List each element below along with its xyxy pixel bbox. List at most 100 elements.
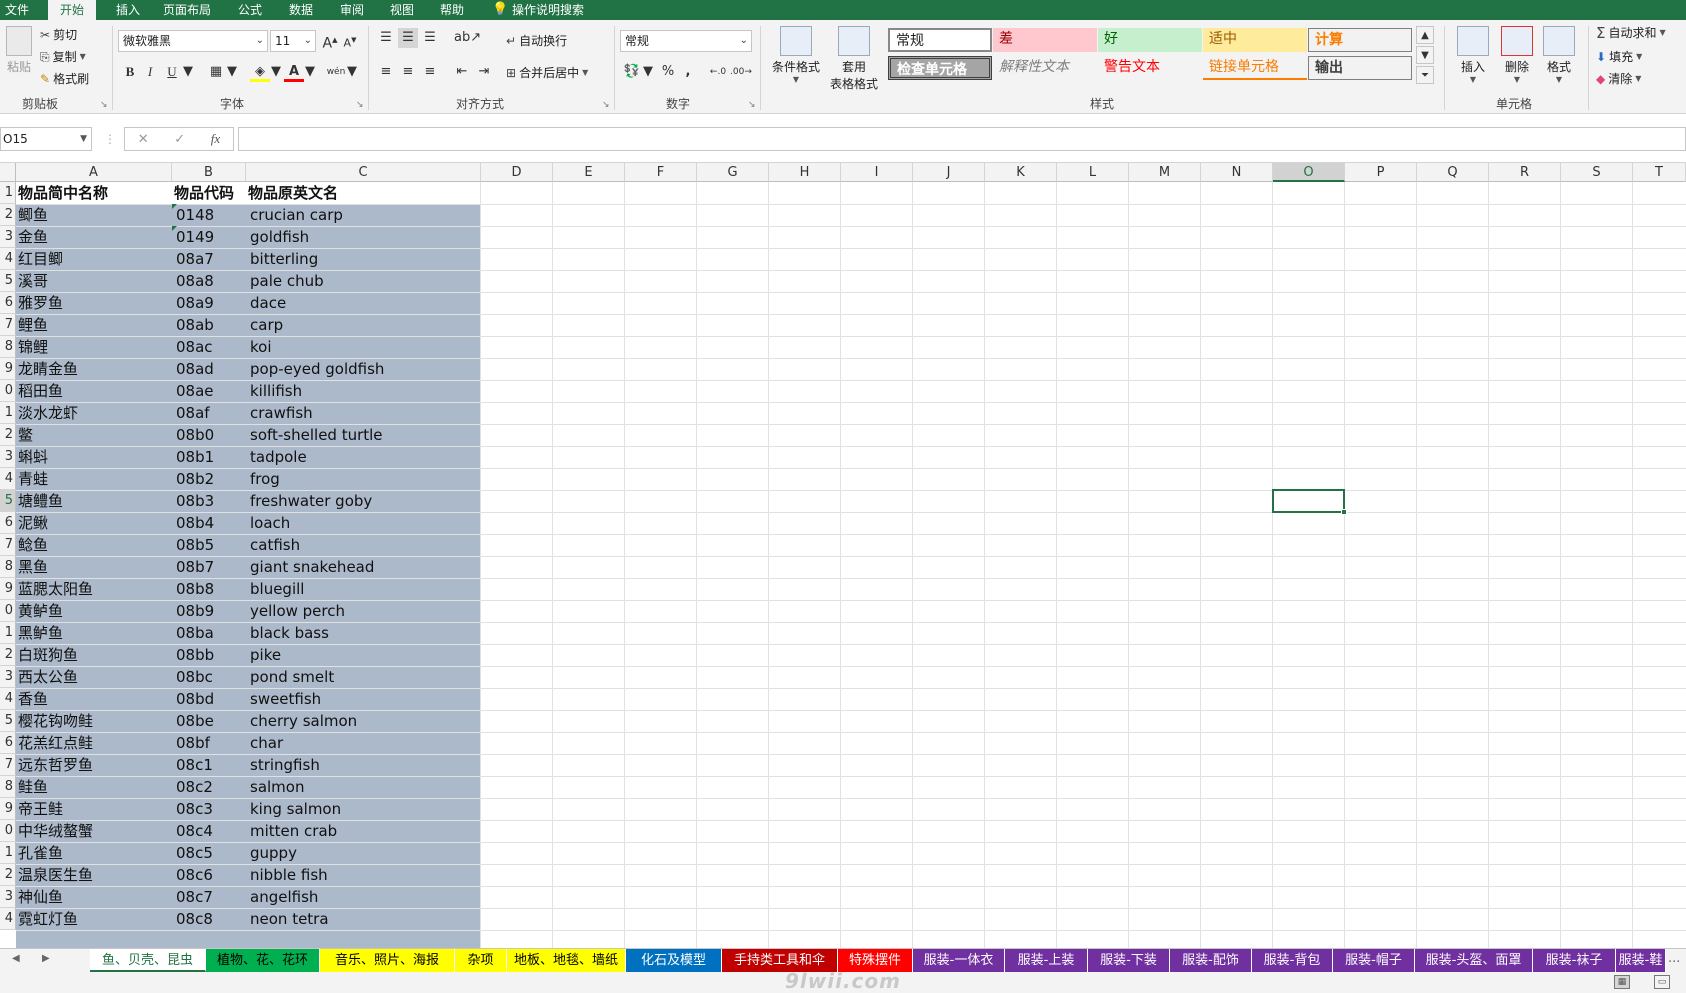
row-header[interactable]: 1 — [0, 402, 16, 424]
sheet-tab-9[interactable]: 服装-上装 — [1005, 949, 1088, 972]
cell-style-0[interactable]: 常规 — [888, 28, 992, 52]
sheet-tab-2[interactable]: 音乐、照片、海报 — [320, 949, 455, 972]
table-cell-A[interactable]: 帝王鲑 — [16, 798, 172, 820]
row-header[interactable]: 3 — [0, 886, 16, 908]
table-cell-B[interactable]: 08ac — [172, 336, 246, 358]
menu-tab-5[interactable]: 数据 — [276, 0, 326, 20]
increase-indent-icon[interactable]: ⇥ — [474, 62, 494, 82]
table-cell-A[interactable]: 雅罗鱼 — [16, 292, 172, 314]
enter-icon[interactable]: ✓ — [174, 132, 185, 147]
row-header[interactable]: 5 — [0, 710, 16, 732]
insert-function-icon[interactable]: fx — [211, 131, 220, 147]
table-cell-C[interactable]: soft-shelled turtle — [246, 424, 481, 446]
table-cell-C[interactable]: sweetfish — [246, 688, 481, 710]
table-cell-A[interactable]: 樱花钩吻鲑 — [16, 710, 172, 732]
table-cell-C[interactable]: carp — [246, 314, 481, 336]
format-painter-button[interactable]: ✎ 格式刷 — [40, 70, 89, 87]
sheet-tab-14[interactable]: 服装-头盔、面罩 — [1415, 949, 1533, 972]
row-header[interactable]: 9 — [0, 358, 16, 380]
cell-style-5[interactable]: 检查单元格 — [888, 56, 992, 80]
increase-decimal-icon[interactable]: ←.0 — [708, 62, 728, 82]
table-cell-A[interactable]: 蓝腮太阳鱼 — [16, 578, 172, 600]
sheet-tab-0[interactable]: 鱼、贝壳、昆虫 — [90, 949, 206, 972]
table-cell-B[interactable]: 08b9 — [172, 600, 246, 622]
table-cell-C[interactable]: angelfish — [246, 886, 481, 908]
dialog-launcher-icon[interactable]: ↘ — [602, 100, 610, 110]
table-cell-A[interactable]: 神仙鱼 — [16, 886, 172, 908]
table-cell-C[interactable]: guppy — [246, 842, 481, 864]
menu-tab-9[interactable]: 操作说明搜索 — [512, 0, 622, 20]
table-cell-A[interactable]: 西太公鱼 — [16, 666, 172, 688]
dialog-launcher-icon[interactable]: ↘ — [356, 100, 364, 110]
sheet-tab-3[interactable]: 杂项 — [455, 949, 507, 972]
table-cell-C[interactable]: bitterling — [246, 248, 481, 270]
decrease-decimal-icon[interactable]: .00→ — [730, 62, 752, 82]
table-cell-A[interactable]: 溪哥 — [16, 270, 172, 292]
table-cell-C[interactable]: loach — [246, 512, 481, 534]
column-header-N[interactable]: N — [1201, 163, 1273, 182]
row-header[interactable]: 7 — [0, 754, 16, 776]
sheet-tab-10[interactable]: 服装-下装 — [1088, 949, 1170, 972]
dialog-launcher-icon[interactable]: ↘ — [100, 100, 108, 110]
sheet-tab-15[interactable]: 服装-袜子 — [1533, 949, 1616, 972]
table-cell-B[interactable]: 08be — [172, 710, 246, 732]
table-cell-A[interactable]: 孔雀鱼 — [16, 842, 172, 864]
row-header[interactable]: 4 — [0, 248, 16, 270]
autosum-button[interactable]: Σ 自动求和 ▼ — [1596, 24, 1666, 41]
table-cell-C[interactable]: crawfish — [246, 402, 481, 424]
active-cell-cursor[interactable] — [1272, 489, 1347, 515]
table-cell-C[interactable]: pop-eyed goldfish — [246, 358, 481, 380]
table-cell-C[interactable]: tadpole — [246, 446, 481, 468]
row-header[interactable]: 8 — [0, 336, 16, 358]
table-cell-C[interactable]: goldfish — [246, 226, 481, 248]
decrease-font-icon[interactable]: A▼ — [340, 30, 360, 50]
row-header[interactable]: 1 — [0, 842, 16, 864]
row-header[interactable]: 3 — [0, 666, 16, 688]
table-cell-B[interactable]: 08c4 — [172, 820, 246, 842]
wrap-text-button[interactable]: ↵ 自动换行 — [506, 32, 567, 49]
table-cell-B[interactable]: 08b0 — [172, 424, 246, 446]
menu-tab-3[interactable]: 页面布局 — [150, 0, 224, 20]
sheet-tab-8[interactable]: 服装-一体衣 — [913, 949, 1005, 972]
table-cell-B[interactable]: 0148 — [172, 204, 246, 226]
cell-style-4[interactable]: 计算 — [1308, 28, 1412, 52]
table-cell-C[interactable]: catfish — [246, 534, 481, 556]
row-header[interactable]: 0 — [0, 820, 16, 842]
align-right-icon[interactable]: ≡ — [420, 62, 440, 82]
row-header[interactable]: 0 — [0, 600, 16, 622]
table-cell-B[interactable]: 08ab — [172, 314, 246, 336]
table-cell-B[interactable]: 08b3 — [172, 490, 246, 512]
cancel-icon[interactable]: ✕ — [138, 132, 149, 147]
table-cell-A[interactable]: 中华绒螯蟹 — [16, 820, 172, 842]
merge-center-button[interactable]: ⊞ 合并后居中 ▼ — [506, 64, 588, 81]
column-header-I[interactable]: I — [841, 163, 913, 182]
table-cell-C[interactable]: freshwater goby — [246, 490, 481, 512]
column-header-B[interactable]: B — [172, 163, 246, 182]
comma-style-icon[interactable]: , — [678, 62, 698, 82]
table-cell-B[interactable]: 08bf — [172, 732, 246, 754]
column-header-L[interactable]: L — [1057, 163, 1129, 182]
row-header[interactable]: 4 — [0, 908, 16, 930]
cell-style-1[interactable]: 差 — [993, 28, 1097, 52]
table-cell-A[interactable]: 黄鲈鱼 — [16, 600, 172, 622]
column-header-C[interactable]: C — [246, 163, 481, 182]
table-cell-B[interactable]: 08c5 — [172, 842, 246, 864]
normal-view-icon[interactable]: ▦ — [1614, 975, 1630, 989]
align-center-icon[interactable]: ≡ — [398, 62, 418, 82]
row-header[interactable]: 7 — [0, 534, 16, 556]
table-cell-B[interactable]: 08bc — [172, 666, 246, 688]
table-cell-B[interactable]: 08ad — [172, 358, 246, 380]
table-cell-B[interactable]: 08a9 — [172, 292, 246, 314]
row-header[interactable]: 9 — [0, 798, 16, 820]
table-cell-A[interactable]: 红目鲫 — [16, 248, 172, 270]
tab-scroll-left-icon[interactable]: ◀ — [12, 953, 20, 964]
gallery-scroll-up-icon[interactable]: ▲ — [1416, 26, 1434, 44]
menu-tab-1[interactable]: 开始 — [48, 0, 96, 20]
table-cell-C[interactable]: dace — [246, 292, 481, 314]
table-cell-A[interactable]: 黑鲈鱼 — [16, 622, 172, 644]
column-header-M[interactable]: M — [1129, 163, 1201, 182]
cut-button[interactable]: ✂ 剪切 — [40, 26, 77, 43]
sheet-tab-1[interactable]: 植物、花、花环 — [206, 949, 320, 972]
column-header-D[interactable]: D — [481, 163, 553, 182]
column-header-F[interactable]: F — [625, 163, 697, 182]
